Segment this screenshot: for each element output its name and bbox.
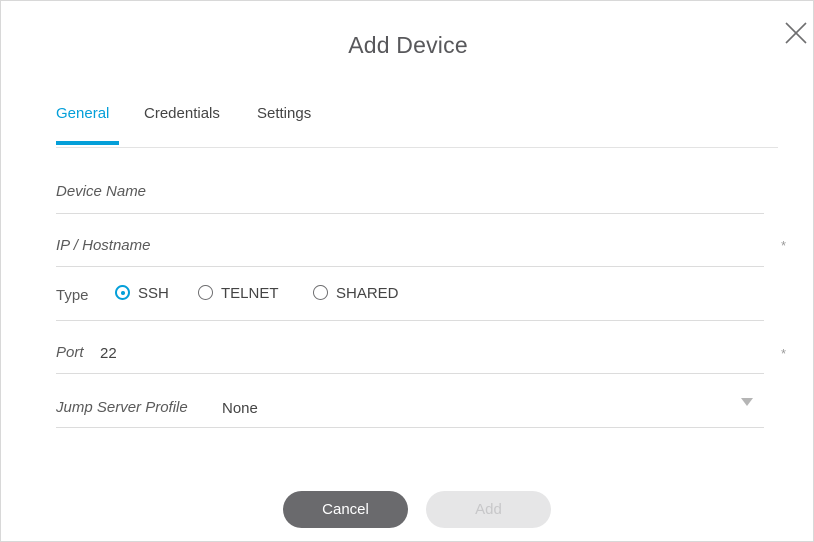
device-name-field[interactable]: Device Name (56, 161, 764, 214)
jump-server-profile-select[interactable]: Jump Server Profile None (56, 375, 764, 428)
tab-credentials[interactable]: Credentials (144, 105, 220, 122)
radio-ssh-label: SSH (138, 285, 169, 302)
jump-server-profile-value: None (222, 400, 258, 417)
close-icon[interactable] (783, 20, 809, 46)
radio-checked-icon (115, 285, 130, 300)
port-required-mark: * (781, 346, 787, 361)
radio-unchecked-icon (313, 285, 328, 300)
device-name-placeholder: Device Name (56, 183, 147, 200)
add-button[interactable]: Add (426, 491, 551, 528)
radio-telnet-label: TELNET (221, 285, 279, 302)
tab-settings[interactable]: Settings (257, 105, 311, 122)
radio-unchecked-icon (198, 285, 213, 300)
active-tab-indicator (56, 141, 119, 145)
add-device-dialog: Add Device General Credentials Settings … (0, 0, 814, 542)
port-field[interactable]: Port 22 (56, 321, 764, 374)
type-radio-group: Type SSH TELNET SHARED (56, 268, 764, 321)
ip-hostname-required-mark: * (781, 238, 787, 253)
type-label: Type (56, 287, 89, 304)
dropdown-arrow-icon[interactable] (741, 398, 753, 406)
cancel-button[interactable]: Cancel (283, 491, 408, 528)
tab-general[interactable]: General (56, 105, 109, 122)
ip-hostname-placeholder: IP / Hostname (56, 237, 151, 254)
port-value: 22 (100, 345, 117, 362)
tab-bar: General Credentials Settings (56, 101, 778, 148)
dialog-title: Add Device (348, 32, 468, 58)
type-field: Type SSH TELNET SHARED (56, 268, 764, 321)
jump-server-profile-label: Jump Server Profile (56, 399, 188, 416)
radio-shared-label: SHARED (336, 285, 399, 302)
ip-hostname-field[interactable]: IP / Hostname (56, 214, 764, 267)
port-label: Port (56, 344, 84, 361)
